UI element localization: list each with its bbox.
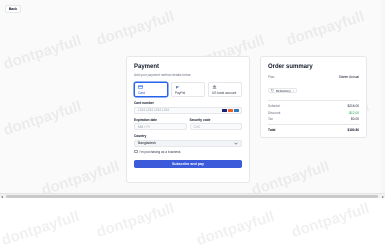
payment-title: Payment xyxy=(134,64,160,70)
card-number-placeholder: 1234 1234 1234 1234 xyxy=(138,108,170,112)
tax-value: $0.00 xyxy=(351,117,359,121)
method-bank[interactable]: US bank account xyxy=(208,82,242,97)
watermark: dontpayfull xyxy=(194,207,277,250)
amex-icon xyxy=(234,109,239,112)
vertical-scrollbar[interactable] xyxy=(381,0,385,193)
mastercard-icon xyxy=(228,109,233,112)
method-card-label: Card xyxy=(138,91,145,95)
watermark: dontpayfull xyxy=(0,207,82,250)
subscribe-and-pay-button[interactable]: Subscribe and pay xyxy=(134,159,242,168)
discount-value: -$12.00 xyxy=(348,110,359,115)
discount-row: Discount -$12.00 xyxy=(268,111,359,115)
plan-label: Plan xyxy=(268,75,275,79)
expiration-label: Expiration date xyxy=(134,117,158,122)
security-code-input[interactable]: CVC xyxy=(189,123,242,130)
chevron-down-icon xyxy=(234,142,238,145)
scroll-left-icon[interactable]: ◂ xyxy=(1,194,3,198)
watermark: dontpayfull xyxy=(94,7,177,50)
scroll-right-icon[interactable]: ▸ xyxy=(382,194,384,198)
payment-subtitle: Add your payment method details below xyxy=(134,73,191,77)
business-checkbox-row[interactable]: I'm purchasing as a business xyxy=(134,150,242,154)
order-summary-title: Order summary xyxy=(268,64,313,70)
order-summary-card: Order summary Plan Starter Annual BFM2HN… xyxy=(260,56,367,138)
summary-divider xyxy=(268,124,359,125)
card-brands xyxy=(222,109,239,112)
discount-label: Discount xyxy=(268,110,281,115)
total-label: Total xyxy=(268,128,276,132)
total-row: Total $180.80 xyxy=(268,128,359,132)
remove-promo-icon[interactable]: × xyxy=(293,89,295,93)
watermark: dontpayfull xyxy=(289,199,372,242)
card-number-input[interactable]: 1234 1234 1234 1234 xyxy=(134,106,242,114)
promo-code-chip: BFM2HNQ × xyxy=(268,87,298,94)
watermark: dontpayfull xyxy=(39,157,122,198)
tax-row: Tax $0.00 xyxy=(268,117,359,121)
watermark: dontpayfull xyxy=(1,97,84,140)
page-viewport: dontpayfull dontpayfull dontpayfull dont… xyxy=(0,0,385,198)
payment-card: Payment Add your payment method details … xyxy=(126,56,250,183)
method-paypal-label: PayPal xyxy=(175,91,186,95)
total-value: $180.80 xyxy=(347,128,359,132)
expiry-security-row: Expiration date MM / YY Security code CV… xyxy=(134,114,242,130)
card-number-label: Card number xyxy=(134,101,154,105)
expiration-placeholder: MM / YY xyxy=(138,124,151,129)
business-checkbox-label: I'm purchasing as a business xyxy=(139,149,181,154)
plan-value: Starter Annual xyxy=(338,75,359,79)
promo-code: BFM2HNQ xyxy=(276,88,291,93)
card-icon xyxy=(138,85,143,89)
subtotal-value: $216.00 xyxy=(347,104,359,108)
svg-text:P: P xyxy=(176,85,179,89)
security-code-placeholder: CVC xyxy=(193,124,201,129)
subtotal-row: Subtotal $216.00 xyxy=(268,104,359,108)
method-card[interactable]: Card xyxy=(134,82,168,97)
expiration-input[interactable]: MM / YY xyxy=(134,123,187,130)
business-checkbox[interactable] xyxy=(134,149,138,154)
bank-icon xyxy=(212,85,217,89)
tag-icon xyxy=(271,89,274,92)
watermark: dontpayfull xyxy=(1,31,84,74)
method-bank-label: US bank account xyxy=(212,91,237,95)
back-button[interactable]: Back xyxy=(5,5,21,13)
subtotal-label: Subtotal xyxy=(268,104,280,108)
country-value: Bangladesh xyxy=(138,141,156,145)
watermark: dontpayfull xyxy=(94,199,177,242)
watermark: dontpayfull xyxy=(284,7,367,50)
country-label: Country xyxy=(134,134,147,138)
payment-method-tabs: Card P PayPal US bank account xyxy=(134,82,242,97)
paypal-icon: P xyxy=(176,85,179,89)
watermark: dontpayfull xyxy=(249,157,332,198)
visa-icon xyxy=(222,109,227,112)
security-code-label: Security code xyxy=(189,117,211,122)
method-paypal[interactable]: P PayPal xyxy=(171,82,205,97)
tax-label: Tax xyxy=(268,117,273,121)
country-select[interactable]: Bangladesh xyxy=(134,139,242,147)
summary-divider xyxy=(268,100,359,101)
scrollbar-thumb[interactable] xyxy=(6,195,378,198)
horizontal-scrollbar[interactable]: ◂ ▸ xyxy=(0,193,385,198)
plan-row: Plan Starter Annual xyxy=(268,75,359,79)
